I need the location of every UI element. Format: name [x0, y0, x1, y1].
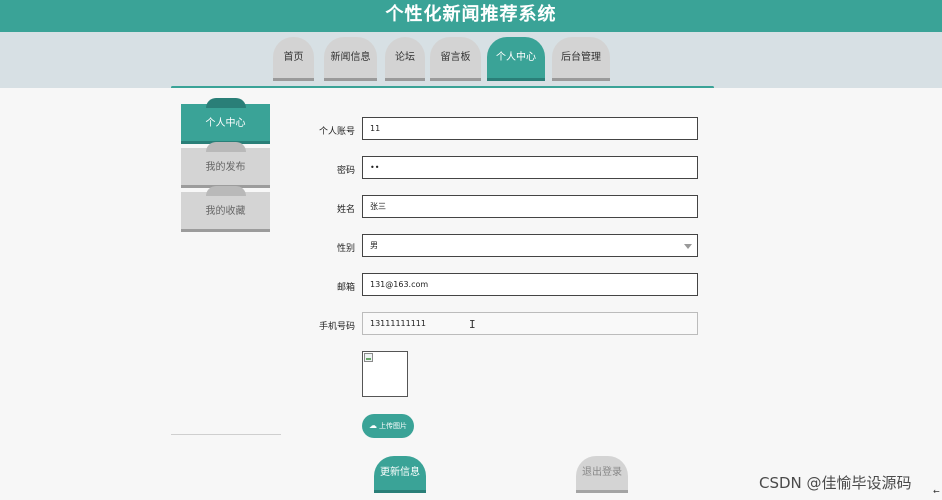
account-field[interactable]: 11 — [362, 117, 698, 140]
sidebar-tab-cap — [205, 186, 246, 196]
nav-tab-home[interactable]: 首页 — [273, 37, 314, 81]
nav-tab-message-board[interactable]: 留言板 — [430, 37, 481, 81]
chevron-down-icon — [684, 244, 692, 249]
cloud-upload-icon: ☁ — [369, 421, 377, 430]
name-label: 姓名 — [336, 205, 355, 215]
sidebar-item-my-favorites[interactable]: 我的收藏 — [181, 186, 270, 232]
text-cursor-icon: I — [469, 318, 476, 331]
sidebar-tab-cap — [205, 142, 246, 152]
update-info-button[interactable]: 更新信息 — [374, 456, 426, 493]
sidebar-item-label: 我的收藏 — [205, 206, 246, 217]
name-field[interactable]: 张三 — [362, 195, 698, 218]
account-label: 个人账号 — [318, 127, 355, 137]
watermark: CSDN @佳愉毕设源码 — [759, 474, 912, 492]
phone-label: 手机号码 — [318, 322, 355, 332]
phone-field[interactable]: 13111111111 — [362, 312, 698, 335]
sidebar-item-my-posts[interactable]: 我的发布 — [181, 142, 270, 188]
upload-image-button[interactable]: ☁ 上传图片 — [362, 414, 414, 438]
password-label: 密码 — [336, 166, 355, 176]
title-bar: 个性化新闻推荐系统 — [0, 0, 942, 32]
sidebar-item-label: 我的发布 — [205, 162, 246, 173]
logout-button[interactable]: 退出登录 — [576, 456, 628, 493]
nav-tab-forum[interactable]: 论坛 — [385, 37, 425, 81]
nav-tab-news[interactable]: 新闻信息 — [324, 37, 377, 81]
avatar-image — [362, 351, 408, 397]
gender-value: 男 — [370, 241, 378, 250]
broken-image-icon — [364, 353, 373, 362]
sidebar-divider — [171, 434, 281, 435]
email-field[interactable]: 131@163.com — [362, 273, 698, 296]
sidebar-item-label: 个人中心 — [205, 118, 246, 129]
gender-select[interactable]: 男 — [362, 234, 698, 257]
upload-label: 上传图片 — [379, 422, 407, 430]
nav-tab-personal-center[interactable]: 个人中心 — [487, 37, 545, 81]
site-title: 个性化新闻推荐系统 — [385, 4, 557, 25]
sidebar-item-personal-center[interactable]: 个人中心 — [181, 98, 270, 144]
sidebar-tab-cap — [205, 98, 246, 108]
email-label: 邮箱 — [336, 283, 355, 293]
password-field[interactable]: •• — [362, 156, 698, 179]
nav-tab-admin[interactable]: 后台管理 — [552, 37, 610, 81]
gender-label: 性别 — [336, 244, 355, 254]
arrow-left-icon: ← — [933, 487, 940, 496]
